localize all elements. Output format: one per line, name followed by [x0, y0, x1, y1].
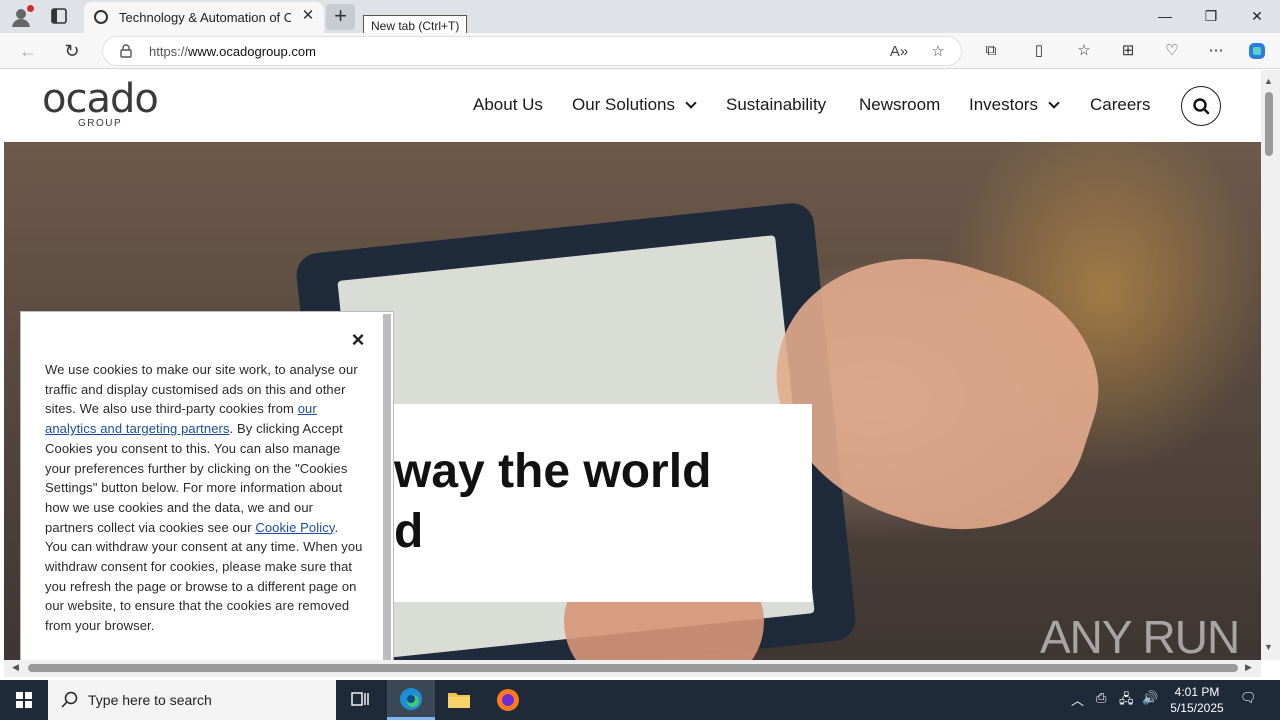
cookie-consent-text: We use cookies to make our site work, to…: [45, 362, 363, 634]
chevron-down-icon: [685, 97, 697, 109]
windows-logo-icon: [16, 692, 32, 708]
task-view-button[interactable]: [336, 680, 384, 720]
cookie-consent-dialog: × We use cookies to make our site work, …: [20, 311, 394, 660]
page-viewport: ocado GROUP About Us Our Solutions Susta…: [4, 70, 1261, 660]
browser-essentials-icon[interactable]: ♡: [1162, 41, 1182, 61]
taskbar-search-placeholder: Type here to search: [88, 692, 212, 708]
site-header: ocado GROUP About Us Our Solutions Susta…: [4, 70, 1261, 142]
clock-date: 5/15/2025: [1170, 701, 1224, 715]
lock-icon[interactable]: [120, 44, 132, 58]
folder-icon: [448, 693, 470, 708]
favorites-icon[interactable]: ☆: [1074, 41, 1094, 61]
split-screen-icon[interactable]: ▯: [1029, 41, 1049, 61]
restore-button[interactable]: ❐: [1188, 0, 1234, 32]
scroll-down-arrow-icon[interactable]: ▼: [1264, 642, 1273, 652]
hero-headline-box: way the world d: [394, 404, 812, 602]
taskbar-firefox-app[interactable]: [484, 680, 532, 720]
ocado-logo[interactable]: ocado GROUP: [42, 76, 166, 132]
taskbar-search-box[interactable]: Type here to search: [48, 680, 336, 720]
logo-wordmark: ocado: [42, 76, 159, 122]
taskbar-clock[interactable]: 4:01 PM 5/15/2025: [1160, 684, 1234, 716]
vertical-scroll-thumb[interactable]: [1265, 92, 1273, 156]
close-icon[interactable]: ×: [349, 329, 367, 351]
favorite-star-icon[interactable]: ☆: [928, 42, 948, 62]
taskbar-file-explorer-app[interactable]: [435, 680, 483, 720]
browser-tab-strip: Technology & Automation of Online Grocer…: [0, 0, 1280, 38]
taskbar-edge-app[interactable]: [387, 680, 435, 720]
logo-subtitle: GROUP: [78, 118, 123, 129]
active-tab[interactable]: Technology & Automation of Online Grocer…: [84, 2, 324, 33]
scroll-up-arrow-icon[interactable]: ▲: [1264, 76, 1273, 86]
address-bar-row: ← ↻ https://www.ocadogroup.com A» ☆ ⧉ ▯ …: [0, 33, 1280, 69]
horizontal-scrollbar[interactable]: ◀ ▶: [4, 660, 1261, 677]
notification-dot: [27, 5, 34, 12]
profile-icon[interactable]: [10, 5, 34, 28]
nav-our-solutions[interactable]: Our Solutions: [572, 95, 697, 115]
task-view-icon: [351, 692, 369, 706]
windows-taskbar: Type here to search ︿ ⎙ 🖧 🔊 4:01 PM 5/15…: [0, 680, 1280, 720]
nav-investors[interactable]: Investors: [969, 95, 1060, 115]
anyrun-watermark: ANY RUN: [1040, 611, 1240, 660]
minimize-button[interactable]: —: [1142, 0, 1188, 32]
show-hidden-icons-chevron-icon[interactable]: ︿: [1071, 690, 1084, 709]
horizontal-scroll-thumb[interactable]: [28, 664, 1238, 672]
hero-headline-line1: way the world: [394, 445, 712, 498]
site-search-button[interactable]: [1181, 86, 1221, 126]
network-icon[interactable]: 🖧: [1119, 690, 1134, 712]
nav-about-us[interactable]: About Us: [473, 95, 543, 115]
tab-title: Technology & Automation of Online Grocer…: [119, 10, 291, 25]
scroll-left-arrow-icon[interactable]: ◀: [12, 662, 19, 673]
chevron-down-icon: [1048, 97, 1060, 109]
more-menu-icon[interactable]: ⋯: [1206, 41, 1226, 61]
close-window-button[interactable]: ✕: [1234, 0, 1280, 32]
edge-icon: [400, 688, 422, 710]
url-text[interactable]: https://www.ocadogroup.com: [149, 44, 316, 59]
read-aloud-icon[interactable]: A»: [889, 42, 909, 62]
address-bar[interactable]: https://www.ocadogroup.com A» ☆: [102, 36, 962, 66]
extensions-icon[interactable]: ⧉: [981, 41, 1001, 61]
hero-headline-line2: d: [394, 505, 424, 558]
refresh-button[interactable]: ↻: [60, 39, 84, 63]
back-button[interactable]: ←: [16, 39, 40, 63]
copilot-icon[interactable]: [1247, 41, 1267, 61]
cookie-dialog-scrollbar[interactable]: [383, 314, 391, 660]
firefox-icon: [497, 689, 519, 711]
nav-careers[interactable]: Careers: [1090, 95, 1150, 115]
vertical-scrollbar[interactable]: ▲ ▼: [1261, 70, 1280, 660]
tab-close-icon[interactable]: ✕: [300, 8, 316, 24]
nav-sustainability[interactable]: Sustainability: [726, 95, 826, 115]
tab-favicon-icon: [94, 10, 108, 24]
tab-actions-icon[interactable]: [50, 7, 70, 25]
search-icon: [61, 691, 78, 708]
search-icon: [1193, 98, 1210, 115]
start-button[interactable]: [0, 680, 48, 720]
device-icon[interactable]: ⎙: [1096, 690, 1106, 706]
notifications-icon[interactable]: 🗨: [1240, 690, 1257, 706]
cookie-policy-link[interactable]: Cookie Policy: [255, 520, 334, 535]
scroll-right-arrow-icon[interactable]: ▶: [1245, 662, 1252, 673]
volume-icon[interactable]: 🔊: [1142, 690, 1158, 706]
new-tab-button[interactable]: +: [326, 4, 355, 30]
clock-time: 4:01 PM: [1174, 685, 1220, 699]
nav-newsroom[interactable]: Newsroom: [859, 95, 940, 115]
collections-icon[interactable]: ⊞: [1118, 41, 1138, 61]
